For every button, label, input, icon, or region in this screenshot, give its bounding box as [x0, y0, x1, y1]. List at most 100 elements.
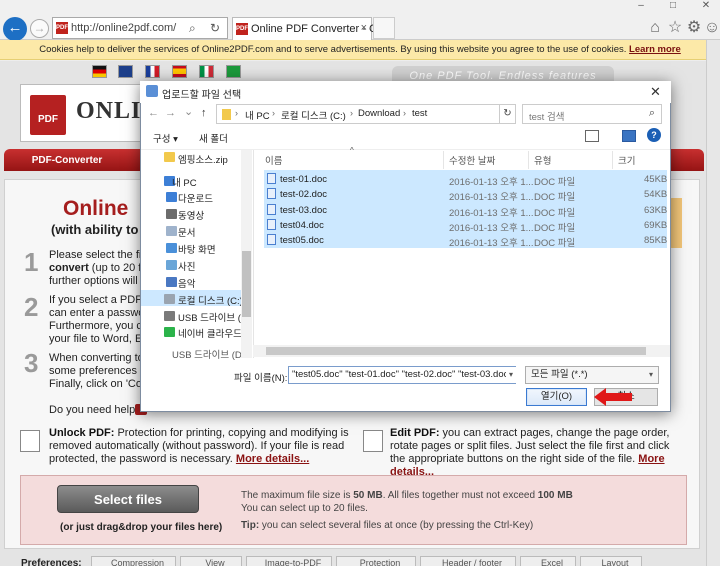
- hscroll-thumb[interactable]: [266, 347, 646, 355]
- learn-more-link[interactable]: Learn more: [629, 44, 681, 55]
- new-tab-button[interactable]: [373, 17, 395, 39]
- file-row-name[interactable]: test05.doc: [280, 235, 324, 246]
- pref-layout[interactable]: Layout: [580, 556, 642, 566]
- tip-label: Tip:: [241, 520, 260, 531]
- step1-line: Please select the file: [49, 249, 150, 261]
- file-row-name[interactable]: test04.doc: [280, 220, 324, 231]
- download-folder-icon: [166, 192, 177, 202]
- spanish-flag-icon[interactable]: [172, 65, 187, 78]
- file-row-date: 2016-01-13 오후 1...: [449, 238, 534, 249]
- back-button[interactable]: ←: [3, 17, 27, 41]
- tree-item[interactable]: USB 드라이브 (D:: [172, 347, 244, 361]
- tree-item[interactable]: 음악: [178, 276, 195, 290]
- pref-image-to-pdf[interactable]: Image-to-PDF: [246, 556, 332, 566]
- file-row-size: 85KB: [644, 235, 668, 246]
- window-close-button[interactable]: ✕: [697, 0, 715, 14]
- tree-item[interactable]: 사진: [178, 259, 195, 273]
- column-divider[interactable]: [528, 151, 529, 169]
- dialog-forward-icon[interactable]: →: [165, 107, 176, 119]
- brazilian-flag-icon[interactable]: [226, 65, 241, 78]
- column-divider[interactable]: [443, 151, 444, 169]
- close-tab-icon[interactable]: ×: [361, 22, 367, 34]
- column-header-size[interactable]: 크기: [618, 153, 635, 167]
- crumb-my-pc[interactable]: 내 PC: [245, 108, 270, 122]
- column-header-date[interactable]: 수정한 날짜: [449, 153, 495, 167]
- tree-item[interactable]: 엠핑소스.zip: [178, 152, 228, 166]
- organize-button[interactable]: 구성 ▾: [153, 131, 178, 145]
- edit-title: Edit PDF:: [390, 427, 440, 439]
- crumb-test[interactable]: test: [412, 108, 427, 119]
- column-divider[interactable]: [612, 151, 613, 169]
- usb-drive-icon: [164, 311, 175, 321]
- tree-item[interactable]: 바탕 화면: [178, 242, 216, 256]
- tree-item-local-disk[interactable]: 로컬 디스크 (C:): [178, 293, 243, 307]
- step1-text: Please select the file convert (up to 20…: [49, 249, 153, 288]
- help-icon[interactable]: ?: [647, 128, 661, 142]
- dialog-title-bar[interactable]: 업로드할 파일 선택: [140, 81, 671, 103]
- italian-flag-icon[interactable]: [199, 65, 214, 78]
- smiley-icon[interactable]: ☺: [703, 19, 720, 37]
- french-flag-icon[interactable]: [145, 65, 160, 78]
- tree-item[interactable]: 네이버 클라우드: [178, 326, 242, 340]
- breadcrumb[interactable]: › 내 PC › 로컬 디스크 (C:) › Download › test: [216, 104, 500, 124]
- tree-item[interactable]: USB 드라이브 (D: [178, 310, 248, 324]
- pref-compression[interactable]: Compression: [91, 556, 176, 566]
- gear-icon[interactable]: ⚙: [685, 19, 703, 37]
- filename-input[interactable]: "test05.doc" "test-01.doc" "test-02.doc"…: [288, 366, 516, 384]
- tree-scroll-thumb[interactable]: [242, 251, 251, 317]
- page-title: Online: [63, 197, 129, 220]
- dialog-refresh-icon[interactable]: ↻: [500, 104, 516, 124]
- crumb-local-disk[interactable]: 로컬 디스크 (C:): [281, 108, 346, 122]
- pref-view[interactable]: View: [180, 556, 242, 566]
- up-folder-icon[interactable]: ↑: [201, 107, 207, 119]
- file-row-name[interactable]: test-03.doc: [280, 205, 327, 216]
- address-bar[interactable]: PDF http://online2pdf.com/ ⌕ ↻: [52, 17, 228, 39]
- view-options-icon[interactable]: [585, 130, 599, 142]
- tree-item[interactable]: 문서: [178, 225, 195, 239]
- german-flag-icon[interactable]: [92, 65, 107, 78]
- home-icon[interactable]: ⌂: [646, 19, 664, 37]
- pictures-folder-icon: [166, 260, 177, 270]
- address-url[interactable]: http://online2pdf.com/: [71, 22, 176, 34]
- refresh-icon[interactable]: ↻: [210, 21, 220, 35]
- pref-excel[interactable]: Excel: [520, 556, 576, 566]
- column-header-name[interactable]: 이름: [265, 153, 282, 167]
- open-button[interactable]: 열기(O): [526, 388, 587, 406]
- select-files-button[interactable]: Select files: [57, 485, 199, 513]
- tree-item-my-pc[interactable]: 내 PC: [172, 175, 197, 189]
- dialog-search-input[interactable]: test 검색 ⌕: [522, 104, 662, 124]
- search-icon[interactable]: ⌕: [189, 21, 196, 36]
- window-maximize-button[interactable]: □: [664, 0, 682, 14]
- uk-flag-icon[interactable]: [118, 65, 133, 78]
- step-number: 2: [24, 292, 39, 322]
- dialog-back-icon[interactable]: ←: [148, 107, 159, 119]
- pref-protection[interactable]: Protection: [336, 556, 416, 566]
- favorites-star-icon[interactable]: ☆: [666, 19, 684, 37]
- new-folder-button[interactable]: 새 폴더: [199, 131, 228, 145]
- pref-header-footer[interactable]: Header / footer: [420, 556, 516, 566]
- tree-item[interactable]: 다운로드: [178, 191, 213, 205]
- window-minimize-button[interactable]: –: [632, 0, 650, 14]
- dialog-close-icon[interactable]: ✕: [650, 84, 661, 100]
- forward-button[interactable]: →: [30, 19, 49, 38]
- file-size-limits: The maximum file size is 50 MB. All file…: [241, 489, 573, 515]
- help-text[interactable]: Do you need help?: [49, 404, 141, 416]
- crumb-download[interactable]: Download: [358, 108, 400, 119]
- menu-pdf-converter[interactable]: PDF-Converter: [6, 150, 128, 172]
- recent-locations-icon[interactable]: ⌄: [184, 105, 193, 118]
- browser-tab[interactable]: PDF Online PDF Converter - Cr... ×: [232, 17, 389, 40]
- tree-item[interactable]: 동영상: [178, 208, 204, 222]
- file-row-date: 2016-01-13 오후 1...: [449, 192, 534, 203]
- preview-pane-icon[interactable]: [622, 130, 636, 142]
- cookie-text: Cookies help to deliver the services of …: [39, 44, 627, 55]
- page-scrollbar[interactable]: [706, 40, 720, 566]
- unlock-more-details-link[interactable]: More details...: [236, 453, 309, 465]
- file-row-type: DOC 파일: [534, 192, 576, 203]
- column-header-type[interactable]: 유형: [534, 153, 551, 167]
- file-type-select[interactable]: 모든 파일 (*.*) ▾: [525, 366, 659, 384]
- naver-cloud-icon: [164, 327, 175, 337]
- cookie-banner: Cookies help to deliver the services of …: [0, 40, 720, 60]
- file-row-name[interactable]: test-02.doc: [280, 189, 327, 200]
- file-row-name[interactable]: test-01.doc: [280, 174, 327, 185]
- filename-dropdown-icon[interactable]: ▾: [506, 367, 516, 383]
